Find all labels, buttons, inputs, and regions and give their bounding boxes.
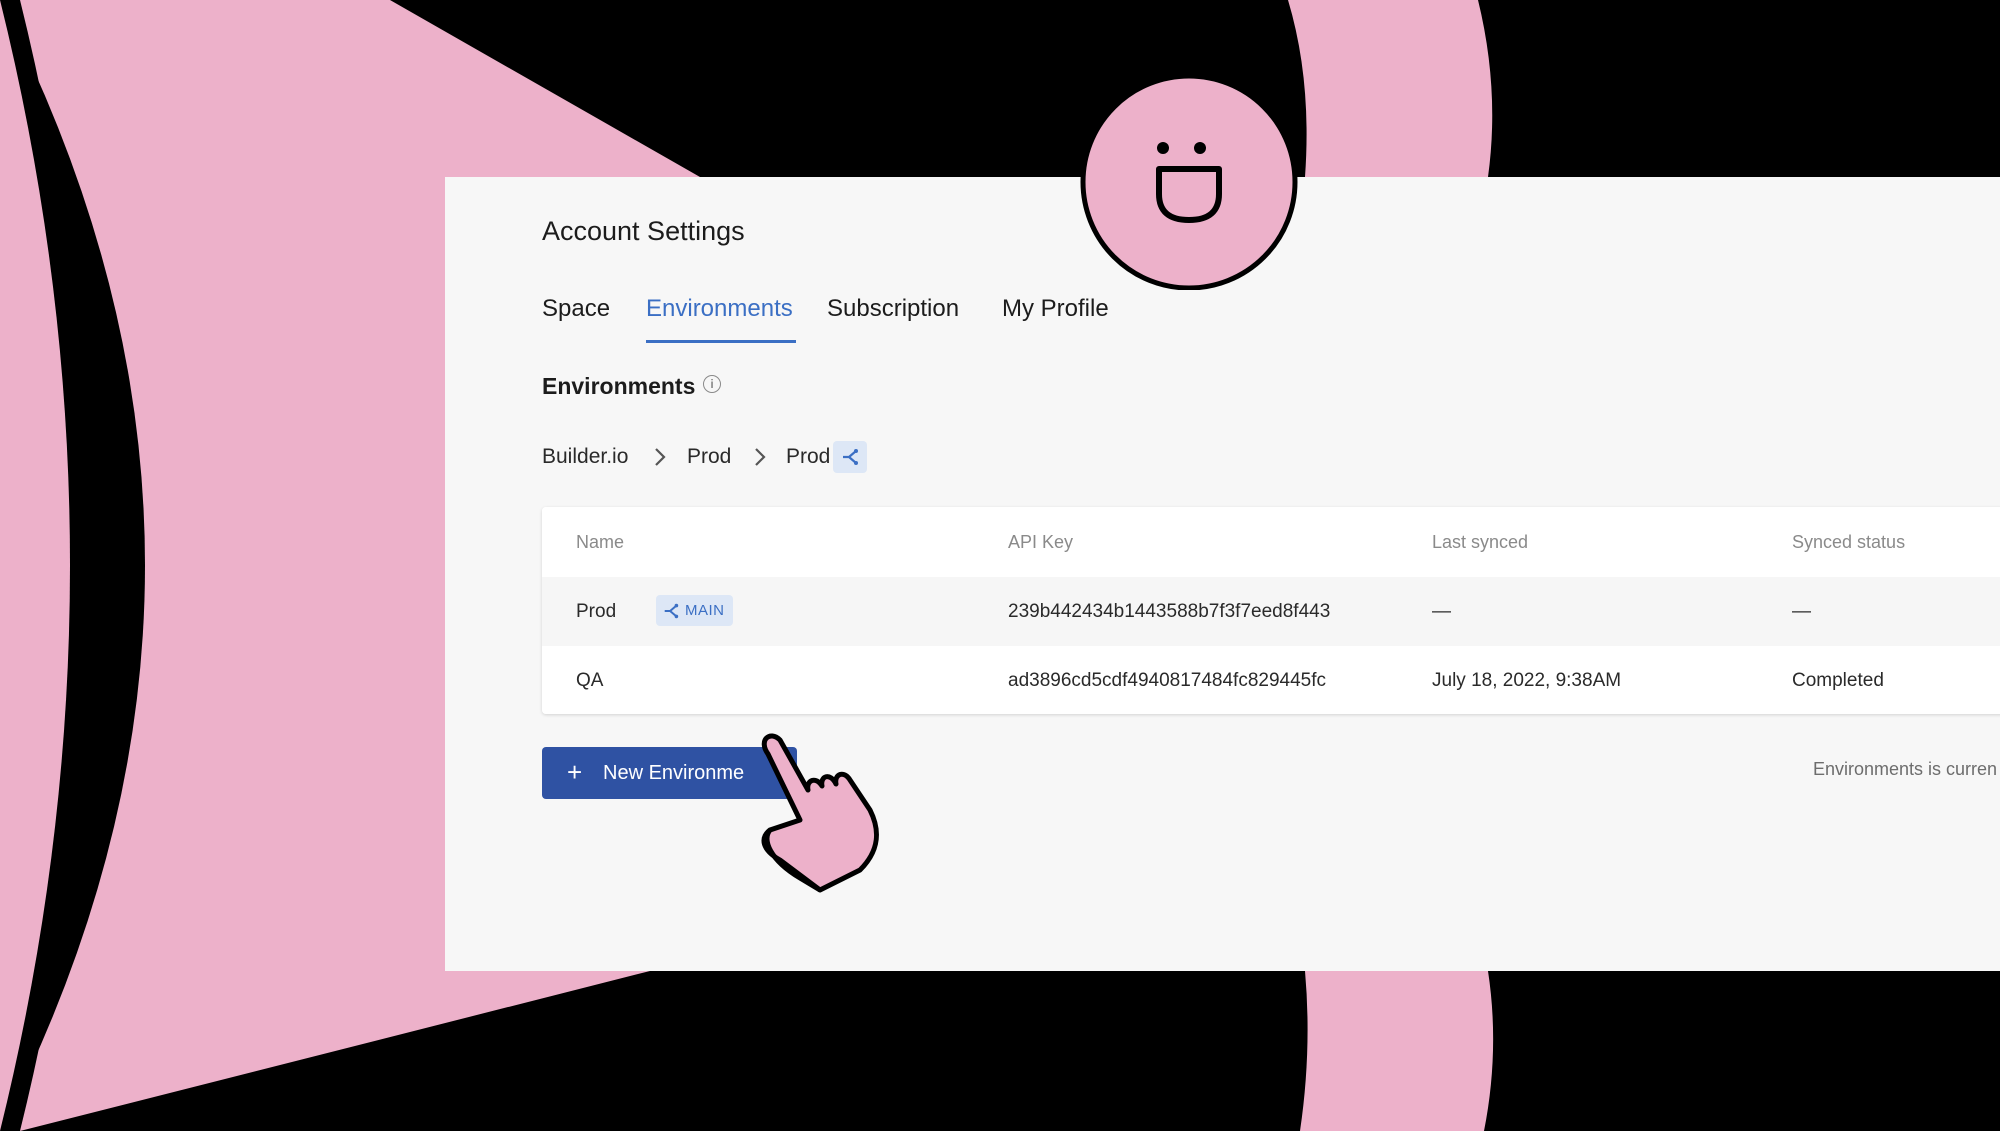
api-key: 239b442434b1443588b7f3f7eed8f443 xyxy=(1008,601,1331,622)
smiley-face-icon xyxy=(1080,74,1298,290)
table-row[interactable]: QA ad3896cd5cdf4940817484fc829445fc July… xyxy=(542,646,2000,714)
tab-environments[interactable]: Environments xyxy=(646,295,793,323)
main-badge: MAIN xyxy=(656,595,733,626)
branch-icon xyxy=(843,449,858,465)
env-name: QA xyxy=(576,670,604,691)
branch-icon xyxy=(664,603,679,618)
tab-my-profile[interactable]: My Profile xyxy=(1002,295,1109,323)
breadcrumb-prod-2[interactable]: Prod xyxy=(786,445,830,469)
active-tab-underline xyxy=(646,340,796,343)
pointing-hand-cursor-icon xyxy=(761,733,880,893)
column-header-api-key: API Key xyxy=(1008,532,1074,552)
tab-subscription[interactable]: Subscription xyxy=(827,295,959,323)
environments-note: Environments is curren xyxy=(1813,759,1998,779)
breadcrumb-builder[interactable]: Builder.io xyxy=(542,445,628,469)
breadcrumb-prod-1[interactable]: Prod xyxy=(687,445,731,469)
env-name: Prod xyxy=(576,601,617,622)
api-key: ad3896cd5cdf4940817484fc829445fc xyxy=(1008,670,1327,691)
table-row[interactable]: Prod MAIN 239b442434b1443588b7f3f7eed8f4… xyxy=(542,577,2000,647)
settings-panel: Account Settings Space Environments Subs… xyxy=(445,177,2000,971)
new-environment-label: New Environme xyxy=(603,762,745,784)
main-badge-label: MAIN xyxy=(685,602,725,619)
page-title: Account Settings xyxy=(542,216,745,246)
environments-table: Name API Key Last synced Synced status P… xyxy=(542,507,2000,714)
last-synced: — xyxy=(1432,601,1451,622)
column-header-synced-status: Synced status xyxy=(1792,532,1906,552)
tab-space[interactable]: Space xyxy=(542,295,610,323)
synced-status: — xyxy=(1792,601,1811,622)
plus-icon: + xyxy=(567,757,583,787)
branch-chip[interactable] xyxy=(833,441,867,473)
column-header-name: Name xyxy=(576,532,625,552)
table-header: Name API Key Last synced Synced status xyxy=(542,507,2000,578)
info-icon[interactable]: i xyxy=(703,375,721,393)
last-synced: July 18, 2022, 9:38AM xyxy=(1432,670,1622,691)
chevron-right-icon xyxy=(655,448,666,466)
column-header-last-synced: Last synced xyxy=(1432,532,1529,552)
synced-status: Completed xyxy=(1792,670,1884,691)
section-title: Environments xyxy=(542,373,696,399)
chevron-right-icon xyxy=(755,448,766,466)
